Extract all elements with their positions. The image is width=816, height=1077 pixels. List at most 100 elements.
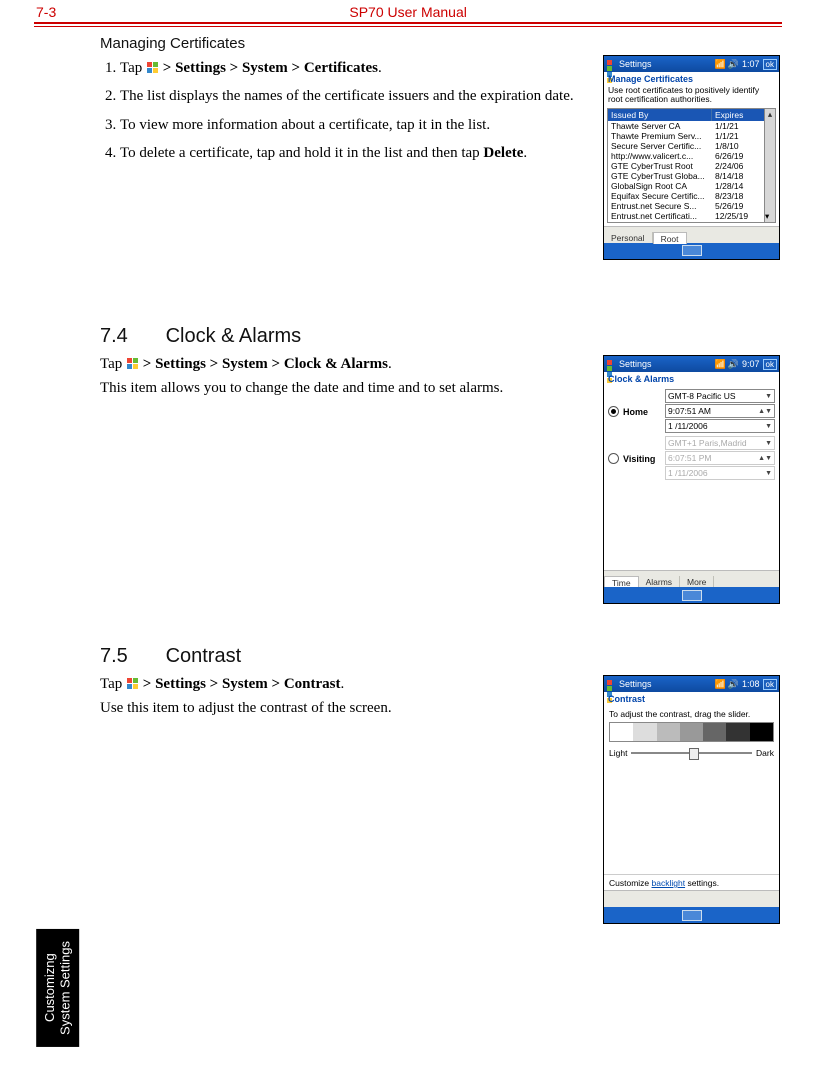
start-icon[interactable] [606,359,616,369]
home-timezone[interactable]: GMT-8 Pacific US▼ [665,389,775,403]
contrast-note: To adjust the contrast, drag the slider. [609,709,774,719]
ok-button[interactable]: ok [763,59,777,70]
home-time[interactable]: 9:07:51 AM▲▼ [665,404,775,418]
manual-title: SP70 User Manual [349,4,467,20]
status-icons: 📶🔊 [713,679,739,690]
contrast-path-line: Tap > Settings > System > Contrast. [100,674,570,694]
cert-row[interactable]: GTE CyberTrust Globa...8/14/18 [608,171,775,181]
visiting-timezone[interactable]: GMT+1 Paris,Madrid▼ [665,436,775,450]
titlebar-time: 1:07 [742,59,760,69]
start-icon[interactable] [606,59,616,69]
cert-row[interactable]: http://www.valicert.c...6/26/19 [608,151,775,161]
device-bottombar [604,587,779,603]
ok-button[interactable]: ok [763,359,777,370]
scrollbar-track[interactable] [764,151,775,161]
scrollbar-track[interactable] [764,161,775,171]
visiting-time[interactable]: 6:07:51 PM▲▼ [665,451,775,465]
clock-path-line: Tap > Settings > System > Clock & Alarms… [100,354,570,374]
col-expires[interactable]: Expires [712,109,764,121]
titlebar-title: Settings [619,679,713,689]
device-titlebar: Settings 📶🔊 1:07 ok [604,56,779,72]
cert-row[interactable]: Secure Server Certific...1/8/10 [608,141,775,151]
cert-row[interactable]: GTE CyberTrust Root2/24/06 [608,161,775,171]
cert-expires: 1/8/10 [712,141,764,151]
scrollbar-track[interactable] [764,171,775,181]
header-rule [34,22,782,27]
visiting-date[interactable]: 1 /11/2006▼ [665,466,775,480]
col-issued-by[interactable]: Issued By [608,109,712,121]
clock-heading: 7.4 Clock & Alarms [100,325,780,348]
start-icon [146,61,159,73]
certs-step-1: Tap > Settings > System > Certificates. [120,58,580,78]
backlight-link[interactable]: backlight [652,878,686,888]
cert-row[interactable]: GlobalSign Root CA1/28/14 [608,181,775,191]
cert-expires: 1/28/14 [712,181,764,191]
cert-expires: 8/14/18 [712,171,764,181]
device-subtitle: Manage Certificates [604,72,779,85]
contrast-desc: Use this item to adjust the contrast of … [100,698,570,718]
tab-personal[interactable]: Personal [604,232,653,243]
cert-expires: 1/1/21 [712,121,764,131]
device-bottombar [604,907,779,923]
cert-expires: 6/26/19 [712,151,764,161]
contrast-gradient [609,722,774,742]
slider-left-label: Light [609,748,627,758]
titlebar-time: 1:08 [742,679,760,689]
cert-expires: 1/1/21 [712,131,764,141]
ok-button[interactable]: ok [763,679,777,690]
chapter-tab: CustomizngSystem Settings [36,929,79,1047]
cert-row[interactable]: Entrust.net Secure S...5/26/19 [608,201,775,211]
keyboard-icon[interactable] [682,590,702,601]
slider-right-label: Dark [756,748,774,758]
slider-thumb[interactable] [689,748,699,760]
tab-root[interactable]: Root [653,232,687,244]
start-icon [126,677,139,689]
scrollbar-track[interactable] [764,121,775,131]
start-icon[interactable] [606,679,616,689]
home-date[interactable]: 1 /11/2006▼ [665,419,775,433]
keyboard-icon[interactable] [682,910,702,921]
cert-issuer: Secure Server Certific... [608,141,712,151]
scrollbar-track[interactable] [764,201,775,211]
cert-row[interactable]: Equifax Secure Certific...8/23/18 [608,191,775,201]
status-icons: 📶🔊 [713,59,739,70]
cert-issuer: Entrust.net Secure S... [608,201,712,211]
cert-expires: 8/23/18 [712,191,764,201]
cert-issuer: GTE CyberTrust Root [608,161,712,171]
contrast-slider[interactable]: Light Dark [609,748,774,758]
contrast-footer: Customize backlight settings. [604,874,779,891]
titlebar-time: 9:07 [742,359,760,369]
certs-step-4: To delete a certificate, tap and hold it… [120,143,580,163]
device-tabs: Personal Root [604,226,779,243]
cert-table-header: Issued By Expires ▴ [608,109,775,121]
device-tabs [604,890,779,907]
device-titlebar: Settings 📶🔊 1:08 ok [604,676,779,692]
cert-row[interactable]: Thawte Premium Serv...1/1/21 [608,131,775,141]
device-subtitle: Clock & Alarms [604,372,779,385]
cert-table: Issued By Expires ▴ Thawte Server CA1/1/… [607,108,776,223]
cert-row[interactable]: Entrust.net Certificati...12/25/19▾ [608,211,775,222]
tab-more[interactable]: More [680,576,714,587]
page-header: 7-3 SP70 User Manual [0,0,816,22]
visiting-radio[interactable] [608,453,619,464]
certs-step-2: The list displays the names of the certi… [120,86,580,106]
home-radio[interactable] [608,406,619,417]
scrollbar-track[interactable]: ▾ [764,211,775,222]
tab-alarms[interactable]: Alarms [639,576,680,587]
cert-row[interactable]: Thawte Server CA1/1/21 [608,121,775,131]
contrast-device: Settings 📶🔊 1:08 ok Contrast To adjust t… [603,675,780,924]
cert-expires: 2/24/06 [712,161,764,171]
keyboard-icon[interactable] [682,245,702,256]
scrollbar-track[interactable] [764,191,775,201]
device-subtitle: Contrast [604,692,779,705]
contrast-heading: 7.5 Contrast [100,645,780,668]
visiting-label: Visiting [623,454,665,464]
scrollbar-track[interactable] [764,181,775,191]
scrollbar-track[interactable] [764,141,775,151]
page-number: 7-3 [36,4,56,20]
scrollbar-track[interactable] [764,131,775,141]
cert-issuer: GTE CyberTrust Globa... [608,171,712,181]
scroll-up[interactable]: ▴ [764,109,775,121]
titlebar-title: Settings [619,59,713,69]
certs-device: Settings 📶🔊 1:07 ok Manage Certificates … [603,55,780,260]
